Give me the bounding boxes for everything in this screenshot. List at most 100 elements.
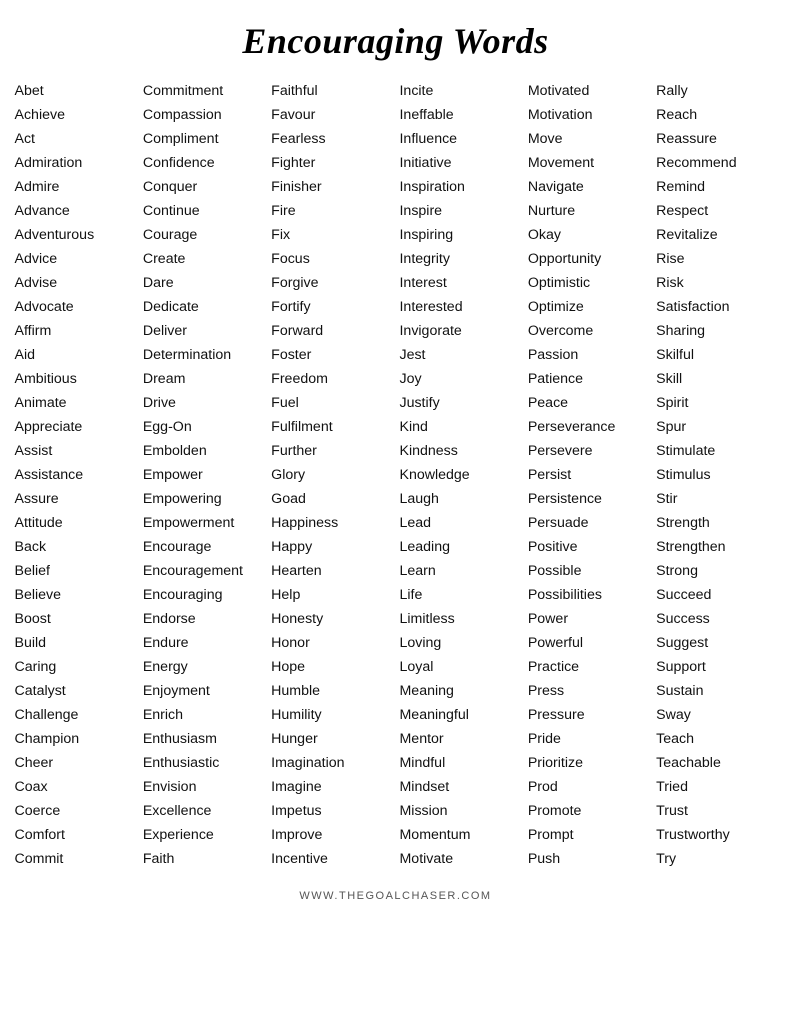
word-item: Skill xyxy=(656,368,776,390)
word-item: Enthusiastic xyxy=(143,752,263,774)
word-item: Practice xyxy=(528,656,648,678)
word-item: Strengthen xyxy=(656,536,776,558)
word-item: Focus xyxy=(271,248,391,270)
word-item: Press xyxy=(528,680,648,702)
word-item: Positive xyxy=(528,536,648,558)
word-item: Pride xyxy=(528,728,648,750)
word-item: Admiration xyxy=(15,152,135,174)
column-6: RallyReachReassureRecommendRemindRespect… xyxy=(652,80,780,870)
word-item: Champion xyxy=(15,728,135,750)
word-item: Hope xyxy=(271,656,391,678)
word-item: Humble xyxy=(271,680,391,702)
word-item: Embolden xyxy=(143,440,263,462)
word-item: Fulfilment xyxy=(271,416,391,438)
word-item: Hunger xyxy=(271,728,391,750)
word-item: Energy xyxy=(143,656,263,678)
word-item: Learn xyxy=(399,560,519,582)
word-item: Caring xyxy=(15,656,135,678)
word-item: Risk xyxy=(656,272,776,294)
word-item: Remind xyxy=(656,176,776,198)
word-item: Determination xyxy=(143,344,263,366)
word-item: Challenge xyxy=(15,704,135,726)
word-item: Honesty xyxy=(271,608,391,630)
word-item: Advance xyxy=(15,200,135,222)
word-item: Assist xyxy=(15,440,135,462)
column-3: FaithfulFavourFearlessFighterFinisherFir… xyxy=(267,80,395,870)
word-item: Try xyxy=(656,848,776,870)
word-item: Enjoyment xyxy=(143,680,263,702)
word-item: Humility xyxy=(271,704,391,726)
word-item: Catalyst xyxy=(15,680,135,702)
word-item: Freedom xyxy=(271,368,391,390)
word-item: Justify xyxy=(399,392,519,414)
word-item: Strong xyxy=(656,560,776,582)
word-item: Momentum xyxy=(399,824,519,846)
word-item: Mission xyxy=(399,800,519,822)
word-item: Life xyxy=(399,584,519,606)
word-item: Confidence xyxy=(143,152,263,174)
word-item: Push xyxy=(528,848,648,870)
word-item: Rise xyxy=(656,248,776,270)
word-item: Rally xyxy=(656,80,776,102)
word-item: Improve xyxy=(271,824,391,846)
word-item: Ineffable xyxy=(399,104,519,126)
word-item: Patience xyxy=(528,368,648,390)
word-item: Meaning xyxy=(399,680,519,702)
word-item: Leading xyxy=(399,536,519,558)
word-item: Excellence xyxy=(143,800,263,822)
word-item: Mindset xyxy=(399,776,519,798)
word-item: Peace xyxy=(528,392,648,414)
word-item: Advise xyxy=(15,272,135,294)
word-item: Prompt xyxy=(528,824,648,846)
word-item: Prioritize xyxy=(528,752,648,774)
word-item: Commitment xyxy=(143,80,263,102)
word-item: Reassure xyxy=(656,128,776,150)
word-item: Sharing xyxy=(656,320,776,342)
word-item: Envision xyxy=(143,776,263,798)
word-item: Stir xyxy=(656,488,776,510)
word-item: Coax xyxy=(15,776,135,798)
word-item: Imagine xyxy=(271,776,391,798)
word-item: Fighter xyxy=(271,152,391,174)
column-5: MotivatedMotivationMoveMovementNavigateN… xyxy=(524,80,652,870)
word-item: Interested xyxy=(399,296,519,318)
footer-text: WWW.THEGOALCHASER.COM xyxy=(299,890,491,902)
word-item: Loving xyxy=(399,632,519,654)
column-4: InciteIneffableInfluenceInitiativeInspir… xyxy=(395,80,523,870)
word-item: Happy xyxy=(271,536,391,558)
word-item: Fix xyxy=(271,224,391,246)
word-item: Believe xyxy=(15,584,135,606)
word-item: Coerce xyxy=(15,800,135,822)
word-item: Influence xyxy=(399,128,519,150)
word-item: Teach xyxy=(656,728,776,750)
word-item: Act xyxy=(15,128,135,150)
word-grid: AbetAchieveActAdmirationAdmireAdvanceAdv… xyxy=(11,80,781,870)
word-item: Assistance xyxy=(15,464,135,486)
word-item: Encourage xyxy=(143,536,263,558)
word-item: Endure xyxy=(143,632,263,654)
word-item: Enrich xyxy=(143,704,263,726)
word-item: Imagination xyxy=(271,752,391,774)
word-item: Continue xyxy=(143,200,263,222)
word-item: Recommend xyxy=(656,152,776,174)
word-item: Interest xyxy=(399,272,519,294)
word-item: Encouragement xyxy=(143,560,263,582)
word-item: Motivation xyxy=(528,104,648,126)
word-item: Compassion xyxy=(143,104,263,126)
word-item: Encouraging xyxy=(143,584,263,606)
word-item: Advocate xyxy=(15,296,135,318)
word-item: Spur xyxy=(656,416,776,438)
word-item: Fearless xyxy=(271,128,391,150)
word-item: Incite xyxy=(399,80,519,102)
word-item: Persuade xyxy=(528,512,648,534)
word-item: Loyal xyxy=(399,656,519,678)
word-item: Overcome xyxy=(528,320,648,342)
word-item: Belief xyxy=(15,560,135,582)
word-item: Nurture xyxy=(528,200,648,222)
word-item: Suggest xyxy=(656,632,776,654)
word-item: Create xyxy=(143,248,263,270)
word-item: Inspiration xyxy=(399,176,519,198)
word-item: Strength xyxy=(656,512,776,534)
word-item: Knowledge xyxy=(399,464,519,486)
word-item: Power xyxy=(528,608,648,630)
